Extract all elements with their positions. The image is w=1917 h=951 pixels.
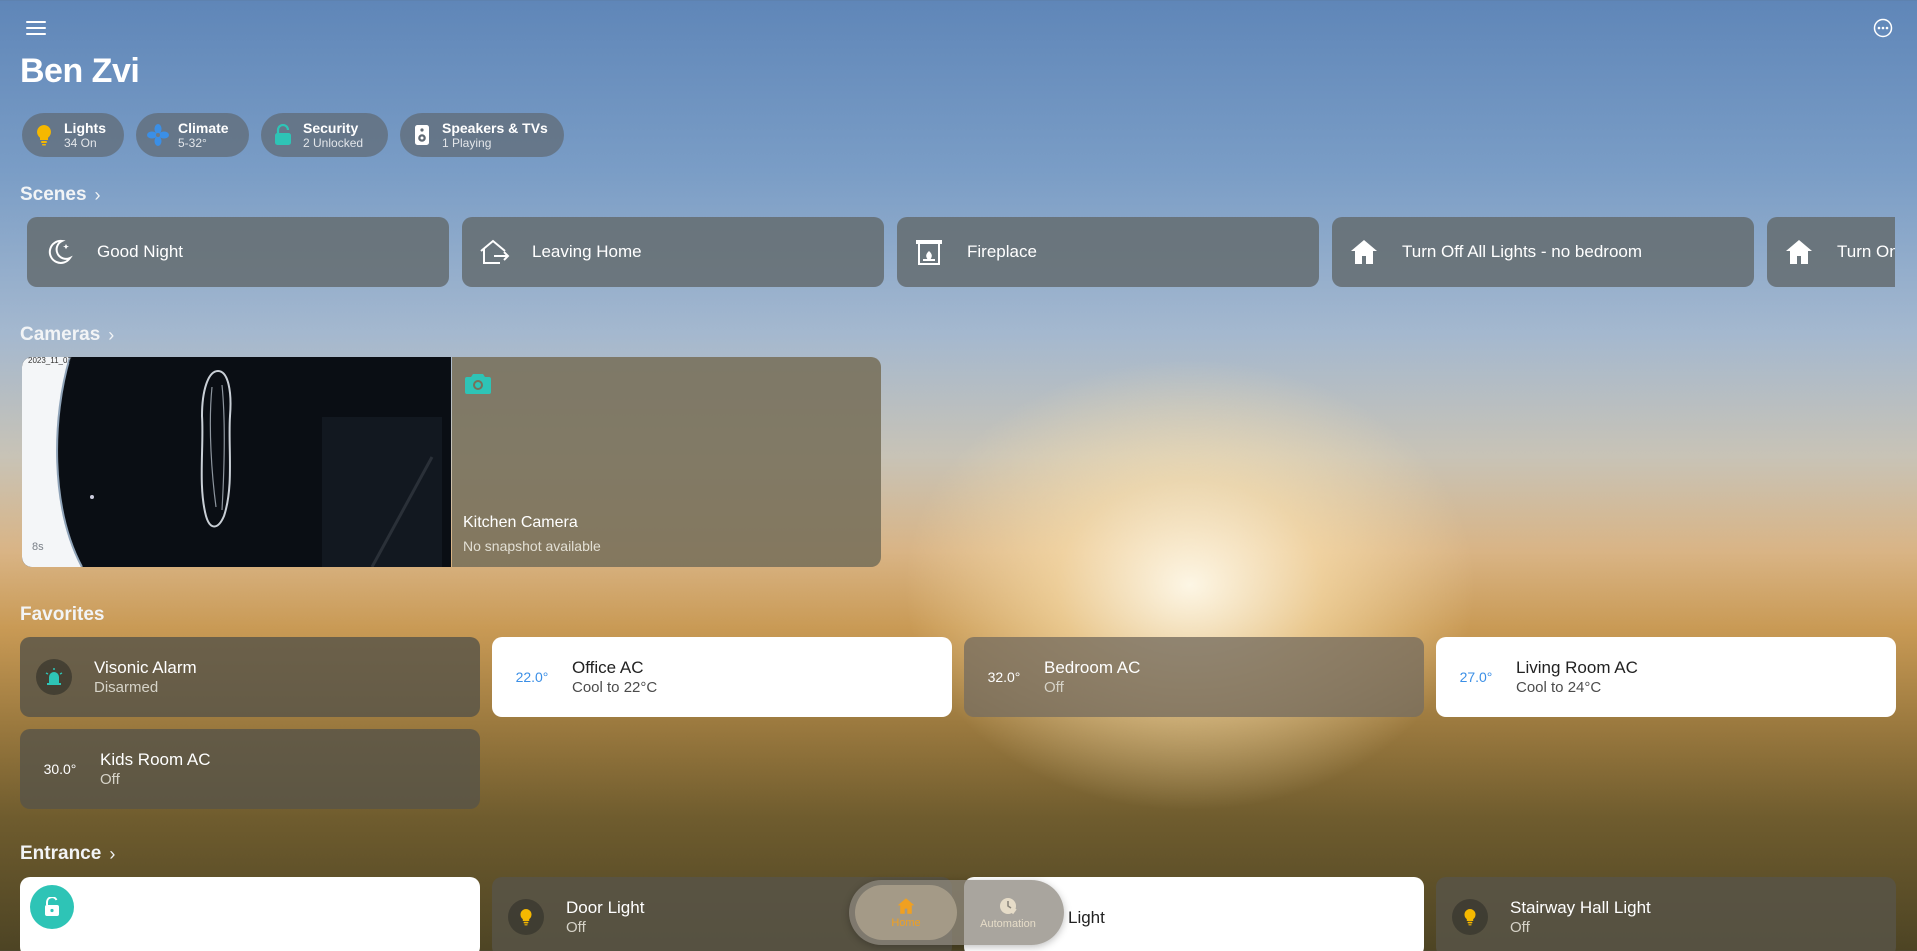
tab-automation-label: Automation bbox=[980, 917, 1036, 930]
chevron-right-icon: › bbox=[108, 324, 115, 345]
cameras-heading[interactable]: Cameras › bbox=[20, 324, 114, 346]
bulb-icon bbox=[32, 123, 56, 147]
tile-name: Bedroom AC bbox=[1044, 657, 1141, 677]
chip-speakers-tvs[interactable]: Speakers & TVs 1 Playing bbox=[400, 113, 564, 157]
tile-temp: 32.0° bbox=[987, 669, 1021, 685]
tile-status: Off bbox=[100, 770, 120, 788]
chip-title: Lights bbox=[64, 119, 106, 136]
fan-icon bbox=[146, 123, 170, 147]
fireplace-icon bbox=[913, 236, 945, 268]
tile-status: Off bbox=[1510, 918, 1530, 936]
scene-turn-off-all-lights[interactable]: Turn Off All Lights - no bedroom bbox=[1332, 217, 1754, 287]
camera-name: Kitchen Camera bbox=[463, 514, 578, 531]
chevron-right-icon: › bbox=[94, 184, 101, 205]
chip-title: Climate bbox=[178, 119, 229, 136]
scene-good-night[interactable]: Good Night bbox=[27, 217, 449, 287]
lock-open-icon bbox=[30, 885, 74, 929]
tile-kids-room-ac[interactable]: 30.0° Kids Room AC Off bbox=[20, 729, 480, 809]
home-icon bbox=[1783, 236, 1815, 268]
more-options-button[interactable] bbox=[1871, 16, 1895, 40]
tile-status: Cool to 22°C bbox=[572, 678, 658, 696]
tile-status: Disarmed bbox=[94, 678, 159, 696]
leaving-home-icon bbox=[478, 236, 510, 268]
menu-button[interactable] bbox=[24, 16, 48, 40]
tile-temp: 22.0° bbox=[515, 669, 549, 685]
camera-kitchen-tile[interactable]: Kitchen Camera No snapshot available bbox=[452, 357, 881, 567]
scene-label: Fireplace bbox=[967, 242, 1037, 261]
cameras-heading-label: Cameras bbox=[20, 324, 101, 345]
scene-label: Turn On bbox=[1837, 242, 1895, 261]
scene-fireplace[interactable]: Fireplace bbox=[897, 217, 1319, 287]
favorites-heading-label: Favorites bbox=[20, 604, 105, 625]
entrance-heading[interactable]: Entrance › bbox=[20, 843, 115, 865]
chip-security[interactable]: Security 2 Unlocked bbox=[261, 113, 388, 157]
scenes-heading-label: Scenes bbox=[20, 184, 87, 205]
tile-name: Door Light bbox=[566, 897, 645, 917]
scene-turn-on[interactable]: Turn On bbox=[1767, 217, 1895, 287]
scene-label: Turn Off All Lights - no bedroom bbox=[1402, 242, 1643, 261]
speaker-icon bbox=[410, 123, 434, 147]
scene-label: Leaving Home bbox=[532, 242, 642, 261]
home-icon bbox=[1348, 236, 1380, 268]
chevron-right-icon: › bbox=[109, 843, 116, 864]
clock-check-icon bbox=[1000, 897, 1017, 914]
tile-temp: 30.0° bbox=[43, 761, 77, 777]
moon-icon bbox=[43, 236, 75, 268]
home-icon bbox=[897, 897, 915, 914]
bulb-icon bbox=[508, 899, 544, 935]
tile-name: Visonic Alarm bbox=[94, 657, 197, 677]
favorites-heading: Favorites bbox=[20, 604, 104, 626]
scenes-row: Good Night Leaving Home Fireplace Turn O… bbox=[27, 217, 1895, 287]
hamburger-icon bbox=[26, 21, 46, 35]
bottom-tab-bar: Home Automation bbox=[849, 880, 1064, 945]
bulb-icon bbox=[1452, 899, 1488, 935]
more-icon bbox=[1873, 18, 1893, 38]
tile-entrance-lock[interactable] bbox=[20, 877, 480, 951]
tile-office-ac[interactable]: 22.0° Office AC Cool to 22°C bbox=[492, 637, 952, 717]
tile-name: Office AC bbox=[572, 657, 644, 677]
chip-climate[interactable]: Climate 5-32° bbox=[136, 113, 249, 157]
page-title: Ben Zvi bbox=[20, 52, 140, 90]
camera-feed-tile[interactable]: 2023_11_07 8s bbox=[22, 357, 451, 567]
camera-snapshot bbox=[22, 357, 451, 567]
camera-status: No snapshot available bbox=[463, 538, 601, 554]
tab-home[interactable]: Home bbox=[855, 885, 957, 940]
camera-corner-text: 2023_11_07 bbox=[28, 357, 72, 365]
tile-status: Off bbox=[1044, 678, 1064, 696]
chip-title: Security bbox=[303, 119, 359, 136]
chip-subtitle: 1 Playing bbox=[442, 135, 492, 150]
camera-icon bbox=[465, 374, 491, 394]
tile-bedroom-ac[interactable]: 32.0° Bedroom AC Off bbox=[964, 637, 1424, 717]
chip-subtitle: 34 On bbox=[64, 135, 97, 150]
tile-living-room-ac[interactable]: 27.0° Living Room AC Cool to 24°C bbox=[1436, 637, 1896, 717]
chip-lights[interactable]: Lights 34 On bbox=[22, 113, 124, 157]
tile-status: Cool to 24°C bbox=[1516, 678, 1602, 696]
entrance-heading-label: Entrance bbox=[20, 843, 102, 864]
camera-timestamp: 8s bbox=[32, 541, 44, 553]
tile-name: Light bbox=[1068, 907, 1105, 927]
scene-label: Good Night bbox=[97, 242, 183, 261]
scene-leaving-home[interactable]: Leaving Home bbox=[462, 217, 884, 287]
tile-status: Off bbox=[566, 918, 586, 936]
alarm-icon bbox=[36, 659, 72, 695]
tile-name: Living Room AC bbox=[1516, 657, 1638, 677]
tile-name: Stairway Hall Light bbox=[1510, 897, 1651, 917]
tile-stairway-hall-light[interactable]: Stairway Hall Light Off bbox=[1436, 877, 1896, 951]
lock-icon bbox=[271, 123, 295, 147]
tile-name: Kids Room AC bbox=[100, 749, 211, 769]
tab-automation[interactable]: Automation bbox=[957, 885, 1059, 940]
tile-visonic-alarm[interactable]: Visonic Alarm Disarmed bbox=[20, 637, 480, 717]
tile-temp: 27.0° bbox=[1459, 669, 1493, 685]
chip-title: Speakers & TVs bbox=[442, 119, 548, 136]
chip-subtitle: 2 Unlocked bbox=[303, 135, 364, 150]
chip-subtitle: 5-32° bbox=[178, 135, 207, 150]
scenes-heading[interactable]: Scenes › bbox=[20, 184, 101, 206]
tab-home-label: Home bbox=[891, 916, 921, 929]
